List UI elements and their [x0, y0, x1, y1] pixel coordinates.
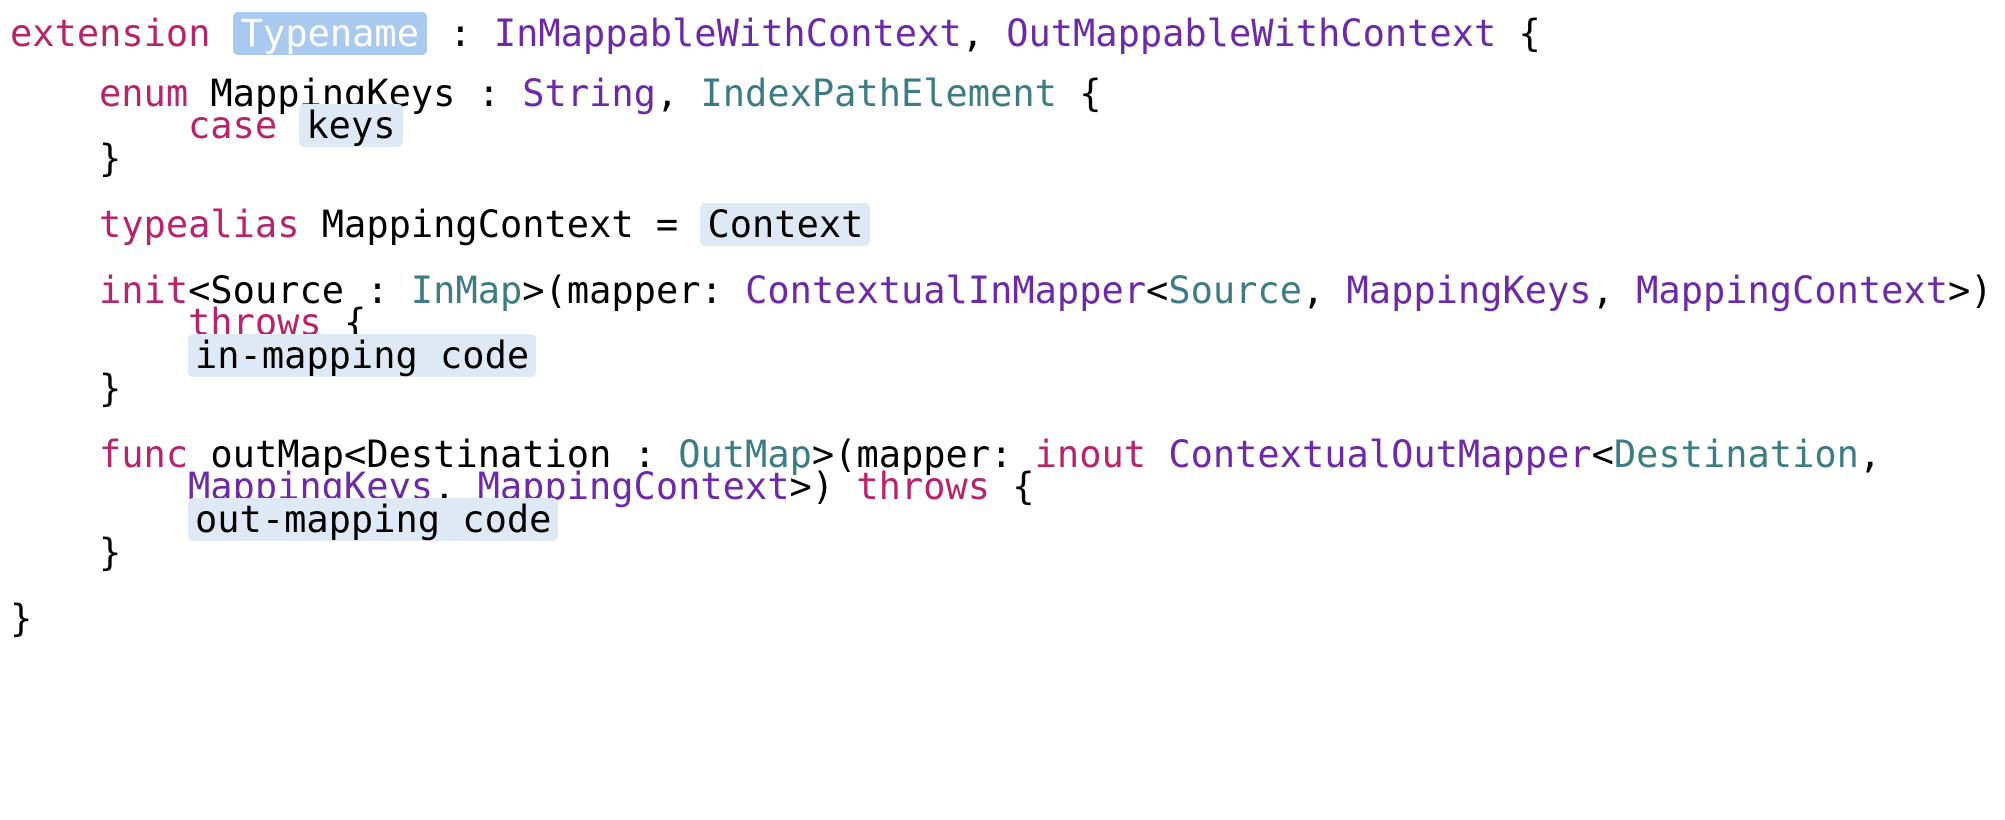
type-string: String [522, 72, 656, 115]
code-line-close-func: } [99, 531, 121, 575]
placeholder-keys[interactable]: keys [299, 104, 403, 147]
keyword-func: func [99, 433, 189, 476]
comma: , [1591, 269, 1614, 312]
code-line-close-init: } [99, 367, 121, 411]
code-editor[interactable]: extension Typename : InMappableWithConte… [0, 0, 2005, 820]
code-line-in-mapping: in-mapping code [188, 334, 537, 378]
comma: , [655, 72, 679, 115]
code-line-extension: extension Typename : InMappableWithConte… [10, 12, 1541, 56]
placeholder-out-mapping-code[interactable]: out-mapping code [188, 498, 559, 541]
open-brace: { [1518, 12, 1541, 55]
protocol-inmappable: InMappableWithContext [493, 12, 962, 55]
keyword-case: case [188, 104, 278, 147]
paren-close: >) [789, 465, 835, 508]
colon: : [366, 269, 389, 312]
code-line-close-extension: } [10, 597, 32, 641]
keyword-throws: throws [856, 465, 990, 508]
type-contextualoutmapper: ContextualOutMapper [1168, 433, 1592, 476]
keyword-init: init [99, 269, 189, 312]
code-line-out-mapping: out-mapping code [188, 498, 559, 542]
type-contextualinmapper: ContextualInMapper [745, 269, 1147, 312]
angle-open: < [1591, 433, 1614, 476]
comma: , [1858, 433, 1882, 476]
comma: , [1301, 269, 1325, 312]
param-mapper: mapper: [566, 269, 723, 312]
type-arg-mappingcontext: MappingContext [1636, 269, 1949, 312]
open-brace: { [1079, 72, 1102, 115]
type-inmap: InMap [410, 269, 523, 312]
placeholder-in-mapping-code[interactable]: in-mapping code [188, 334, 537, 377]
close-brace: } [99, 367, 122, 410]
open-brace: { [1012, 465, 1035, 508]
keyword-inout: inout [1034, 433, 1147, 476]
close-brace: } [99, 137, 122, 180]
type-indexpathelement: IndexPathElement [700, 72, 1057, 115]
typealias-name: MappingContext [321, 203, 634, 246]
type-arg-source: Source [1168, 269, 1302, 312]
placeholder-typename-selected[interactable]: Typename [232, 12, 427, 55]
placeholder-context[interactable]: Context [700, 203, 871, 246]
close-brace: } [99, 531, 122, 574]
code-line-init: init <Source : InMap>(mapper: ContextualI… [99, 269, 1993, 313]
code-line-close-enum: } [99, 137, 121, 181]
keyword-extension: extension [10, 12, 211, 55]
colon: : [449, 12, 472, 55]
angle-open: < [1146, 269, 1169, 312]
keyword-typealias: typealias [99, 203, 300, 246]
code-line-case: case keys [188, 104, 403, 148]
type-arg-mappingkeys: MappingKeys [1346, 269, 1592, 312]
paren-open: >( [522, 269, 567, 312]
code-line-typealias: typealias MappingContext = Context [99, 203, 871, 247]
colon: : [477, 72, 500, 115]
close-brace: } [10, 597, 33, 640]
equals: = [655, 203, 679, 246]
keyword-enum: enum [99, 72, 189, 115]
paren-close: >) [1948, 269, 1993, 312]
protocol-outmappable: OutMappableWithContext [1006, 12, 1497, 55]
type-arg-destination: Destination [1613, 433, 1859, 476]
comma: , [961, 12, 984, 55]
